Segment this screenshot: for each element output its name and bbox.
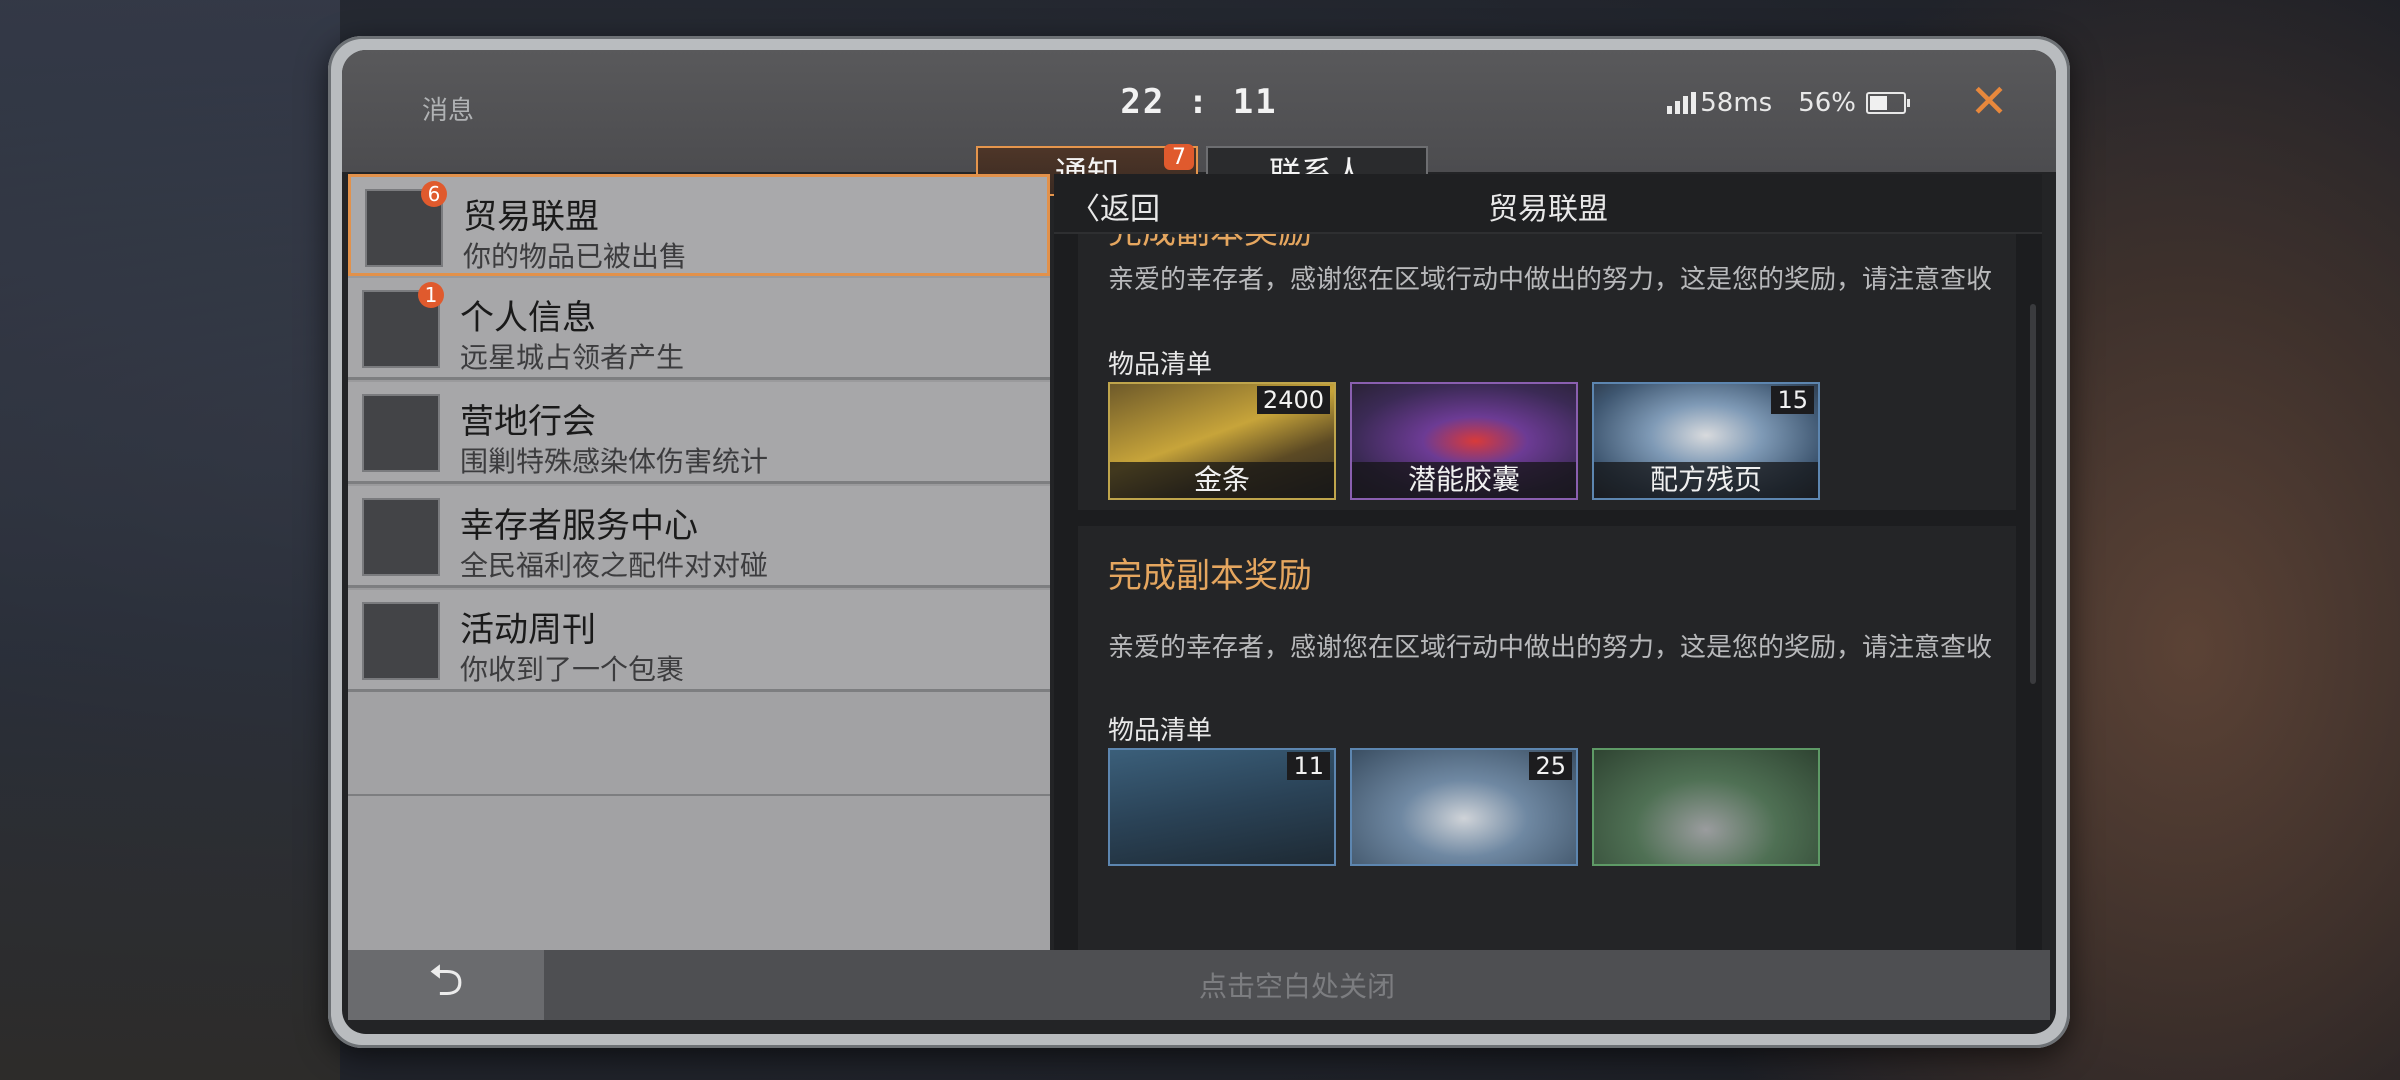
conversation-title: 活动周刊 bbox=[460, 610, 596, 650]
mail-title: 完成副本奖励 bbox=[1108, 234, 1312, 253]
close-icon[interactable]: ✕ bbox=[1964, 76, 2014, 126]
conversation-list: 6 贸易联盟 你的物品已被出售 1 个人信息 远星城占领者产生 营地行会 围剿特… bbox=[348, 174, 1050, 992]
unread-badge: 6 bbox=[421, 181, 447, 207]
network: 58ms bbox=[1667, 88, 1772, 118]
satellite-dish-icon bbox=[362, 394, 440, 472]
conversation-title: 贸易联盟 bbox=[463, 197, 599, 237]
list-item[interactable]: 1 个人信息 远星城占领者产生 bbox=[348, 278, 1050, 380]
list-item[interactable]: 活动周刊 你收到了一个包裹 bbox=[348, 590, 1050, 692]
item-list: 2400 金条 潜能胶囊 15 配方残页 bbox=[1108, 382, 1820, 500]
reward-item[interactable] bbox=[1592, 748, 1820, 866]
list-item[interactable]: 6 贸易联盟 你的物品已被出售 bbox=[348, 174, 1050, 276]
items-label: 物品清单 bbox=[1108, 350, 1213, 380]
reward-item[interactable]: 15 配方残页 bbox=[1592, 382, 1820, 500]
close-hint[interactable]: 点击空白处关闭 bbox=[544, 950, 2050, 1020]
list-item[interactable]: 营地行会 围剿特殊感染体伤害统计 bbox=[348, 382, 1050, 484]
items-label: 物品清单 bbox=[1108, 716, 1213, 746]
scrollbar[interactable] bbox=[2030, 304, 2036, 684]
item-quantity: 11 bbox=[1287, 752, 1330, 780]
conversation-subtitle: 远星城占领者产生 bbox=[460, 341, 685, 374]
status-bar: 消息 22 : 11 58ms 56% ✕ 通知 7 联系人 bbox=[342, 50, 2056, 204]
battery: 56% bbox=[1798, 88, 1910, 118]
conversation-subtitle: 全民福利夜之配件对对碰 bbox=[460, 549, 769, 582]
mail-body: 亲爱的幸存者，感谢您在区域行动中做出的努力，这是您的奖励，请注意查收 bbox=[1108, 633, 1993, 663]
material-roll-icon bbox=[1594, 750, 1818, 864]
conversation-title: 营地行会 bbox=[460, 402, 596, 442]
item-quantity: 2400 bbox=[1256, 386, 1330, 414]
phone-frame: 消息 22 : 11 58ms 56% ✕ 通知 7 联系人 6 贸易联盟 你的… bbox=[328, 36, 2070, 1048]
item-name: 潜能胶囊 bbox=[1352, 462, 1576, 498]
item-name: 金条 bbox=[1110, 462, 1334, 498]
item-list: 11 25 bbox=[1108, 748, 1820, 866]
mail-scroll-area[interactable]: 完成副本奖励 亲爱的幸存者，感谢您在区域行动中做出的努力，这是您的奖励，请注意查… bbox=[1054, 234, 2042, 992]
item-name: 配方残页 bbox=[1594, 462, 1818, 498]
detail-title: 贸易联盟 bbox=[1488, 192, 1608, 227]
unread-badge: 1 bbox=[418, 282, 444, 308]
satellite-dish-icon bbox=[362, 498, 440, 576]
ping-value: 58ms bbox=[1700, 88, 1773, 118]
conversation-subtitle: 你收到了一个包裹 bbox=[460, 653, 685, 686]
reward-item[interactable]: 11 bbox=[1108, 748, 1336, 866]
reward-item[interactable]: 25 bbox=[1350, 748, 1578, 866]
satellite-dish-icon bbox=[362, 602, 440, 680]
status-indicators: 58ms 56% bbox=[1667, 88, 1910, 118]
battery-icon bbox=[1866, 92, 1910, 114]
mail-body: 亲爱的幸存者，感谢您在区域行动中做出的努力，这是您的奖励，请注意查收 bbox=[1108, 265, 1993, 295]
conversation-subtitle: 围剿特殊感染体伤害统计 bbox=[460, 445, 769, 478]
undo-arrow-icon[interactable]: ⮌ bbox=[348, 950, 544, 1020]
conversation-title: 个人信息 bbox=[460, 298, 596, 338]
conversation-title: 幸存者服务中心 bbox=[460, 506, 698, 546]
item-quantity: 25 bbox=[1529, 752, 1572, 780]
unread-badge: 7 bbox=[1164, 144, 1194, 170]
message-detail: 〈返回 贸易联盟 完成副本奖励 亲爱的幸存者，感谢您在区域行动中做出的努力，这是… bbox=[1054, 174, 2042, 992]
mail-title: 完成副本奖励 bbox=[1108, 556, 1312, 596]
mail-card: 完成副本奖励 亲爱的幸存者，感谢您在区域行动中做出的努力，这是您的奖励，请注意查… bbox=[1078, 526, 2016, 992]
phone-screen: 消息 22 : 11 58ms 56% ✕ 通知 7 联系人 6 贸易联盟 你的… bbox=[342, 50, 2056, 1034]
background-left bbox=[0, 0, 340, 1080]
item-quantity: 15 bbox=[1771, 386, 1814, 414]
conversation-subtitle: 你的物品已被出售 bbox=[463, 240, 688, 273]
reward-item[interactable]: 2400 金条 bbox=[1108, 382, 1336, 500]
signal-icon bbox=[1667, 92, 1697, 114]
detail-header: 〈返回 贸易联盟 bbox=[1054, 174, 2042, 234]
divider bbox=[348, 794, 1050, 796]
mail-card: 完成副本奖励 亲爱的幸存者，感谢您在区域行动中做出的努力，这是您的奖励，请注意查… bbox=[1078, 234, 2016, 510]
battery-percent: 56% bbox=[1798, 88, 1856, 118]
list-item[interactable]: 幸存者服务中心 全民福利夜之配件对对碰 bbox=[348, 486, 1050, 588]
bottom-bar: ⮌ 点击空白处关闭 bbox=[348, 950, 2050, 1020]
reward-item[interactable]: 潜能胶囊 bbox=[1350, 382, 1578, 500]
